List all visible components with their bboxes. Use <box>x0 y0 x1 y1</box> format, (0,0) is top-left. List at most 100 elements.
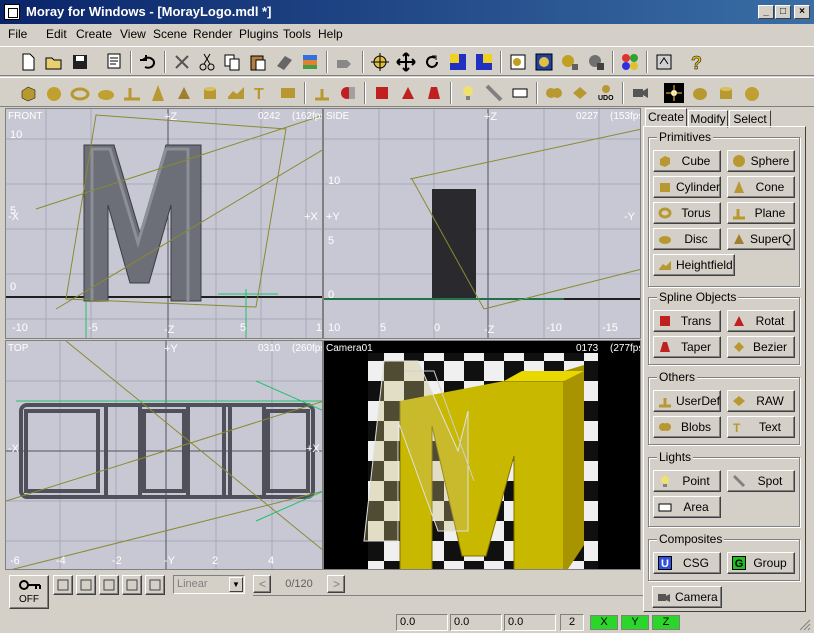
close-button[interactable]: × <box>794 5 810 19</box>
disc-icon[interactable] <box>96 83 116 103</box>
superq-icon[interactable] <box>174 83 194 103</box>
camera-button[interactable]: Camera <box>652 586 722 608</box>
key-toggle-button[interactable]: OFF <box>9 575 49 609</box>
menu-edit[interactable]: Edit <box>46 27 67 41</box>
taper-button[interactable]: Taper <box>653 336 721 358</box>
userdef-icon[interactable] <box>312 83 332 103</box>
cube-button[interactable]: Cube <box>653 150 721 172</box>
cube-icon[interactable] <box>18 83 38 103</box>
spot-light-button[interactable]: Spot <box>727 470 795 492</box>
print-icon[interactable] <box>104 52 124 72</box>
render-light-icon[interactable] <box>560 52 580 72</box>
delete-icon[interactable] <box>172 52 192 72</box>
text-button[interactable]: T Text <box>727 416 795 438</box>
menu-tools[interactable]: Tools <box>283 27 311 41</box>
render-scene-icon[interactable] <box>586 52 606 72</box>
plane-button[interactable]: Plane <box>727 202 795 224</box>
axis-z-toggle[interactable]: Z <box>652 615 680 630</box>
plane-icon[interactable] <box>122 83 142 103</box>
undo-icon[interactable] <box>138 52 158 72</box>
resize-grip-icon[interactable] <box>796 616 812 632</box>
viewport-top[interactable]: TOP 0310 (260fps) +Y -Y -X +X -6 -4 -2 2… <box>5 340 323 570</box>
viewport-front[interactable]: FRONT 0242 (162fps) +Z -Z -X +X 10 5 0 -… <box>5 108 323 339</box>
menu-scene[interactable]: Scene <box>153 27 187 41</box>
userdef-button[interactable]: UserDef <box>653 390 721 412</box>
cone-icon[interactable] <box>148 83 168 103</box>
group-button[interactable]: G Group <box>727 552 795 574</box>
lens-flare-icon[interactable] <box>664 83 684 103</box>
prev-key-button[interactable] <box>76 575 96 595</box>
save-icon[interactable] <box>70 52 90 72</box>
sphere-icon[interactable] <box>44 83 64 103</box>
cylinder-button[interactable]: Cylinder <box>653 176 721 198</box>
heightfield-icon[interactable] <box>226 83 246 103</box>
axis-x-toggle[interactable]: X <box>590 615 618 630</box>
disc-button[interactable]: Disc <box>653 228 721 250</box>
last-frame-button[interactable] <box>145 575 165 595</box>
open-folder-icon[interactable] <box>44 52 64 72</box>
play-button[interactable] <box>99 575 119 595</box>
spline-trans-icon[interactable] <box>372 83 392 103</box>
tab-create[interactable]: Create <box>645 108 687 126</box>
cone-button[interactable]: Cone <box>727 176 795 198</box>
hand-icon[interactable] <box>334 52 354 72</box>
blobs-icon[interactable] <box>544 83 564 103</box>
point-light-button[interactable]: Point <box>653 470 721 492</box>
axis-y-toggle[interactable]: Y <box>621 615 649 630</box>
sphere2-icon[interactable] <box>742 83 762 103</box>
light-point-icon[interactable] <box>458 83 478 103</box>
heightfield-button[interactable]: Heightfield <box>653 254 735 276</box>
rotate-icon[interactable] <box>422 52 442 72</box>
light-area-icon[interactable] <box>510 83 530 103</box>
trans-button[interactable]: Trans <box>653 310 721 332</box>
menu-render[interactable]: Render <box>193 27 232 41</box>
copy-icon[interactable] <box>222 52 242 72</box>
maximize-button[interactable]: □ <box>775 5 791 19</box>
minimize-button[interactable]: _ <box>758 5 774 19</box>
cylinder-icon[interactable] <box>200 83 220 103</box>
next-key-button[interactable] <box>122 575 142 595</box>
spline-rotat-icon[interactable] <box>398 83 418 103</box>
plugin-icon[interactable] <box>654 52 674 72</box>
interpolation-select[interactable]: Linear ▼ <box>173 575 245 594</box>
text-icon[interactable]: T <box>252 83 272 103</box>
light-spot-icon[interactable] <box>484 83 504 103</box>
scale-icon[interactable] <box>448 52 468 72</box>
materials-icon[interactable] <box>620 52 640 72</box>
viewport-camera[interactable]: Camera01 0173 (277fps) <box>323 340 641 570</box>
cylinder2-icon[interactable] <box>716 83 736 103</box>
torus2-icon[interactable] <box>690 83 710 103</box>
menu-plugins[interactable]: Plugins <box>239 27 278 41</box>
sphere-button[interactable]: Sphere <box>727 150 795 172</box>
layers-icon[interactable] <box>300 52 320 72</box>
chevron-down-icon[interactable]: ▼ <box>229 577 243 592</box>
render-settings-icon[interactable] <box>508 52 528 72</box>
blob-icon[interactable] <box>278 83 298 103</box>
area-light-button[interactable]: Area <box>653 496 721 518</box>
blobs-button[interactable]: Blobs <box>653 416 721 438</box>
menu-view[interactable]: View <box>120 27 146 41</box>
move-free-icon[interactable] <box>370 52 390 72</box>
render-view-icon[interactable] <box>534 52 554 72</box>
rotat-button[interactable]: Rotat <box>727 310 795 332</box>
move-icon[interactable] <box>396 52 416 72</box>
new-file-icon[interactable] <box>18 52 38 72</box>
cut-icon[interactable] <box>197 52 217 72</box>
scale-uniform-icon[interactable] <box>474 52 494 72</box>
superq-button[interactable]: SuperQ <box>727 228 795 250</box>
status-grid[interactable]: 2 <box>560 614 584 631</box>
frame-next-button[interactable]: > <box>327 575 345 593</box>
torus-icon[interactable] <box>70 83 90 103</box>
menu-file[interactable]: File <box>8 27 27 41</box>
bezier-button[interactable]: Bezier <box>727 336 795 358</box>
frame-prev-button[interactable]: < <box>253 575 271 593</box>
app-icon[interactable] <box>4 4 20 20</box>
camera-icon[interactable] <box>630 83 650 103</box>
menu-create[interactable]: Create <box>76 27 112 41</box>
help-icon[interactable]: ? <box>686 52 706 72</box>
timeline-track[interactable] <box>253 595 643 609</box>
torus-button[interactable]: Torus <box>653 202 721 224</box>
udo-icon[interactable]: UDO <box>596 83 616 103</box>
first-frame-button[interactable] <box>53 575 73 595</box>
menu-help[interactable]: Help <box>318 27 343 41</box>
